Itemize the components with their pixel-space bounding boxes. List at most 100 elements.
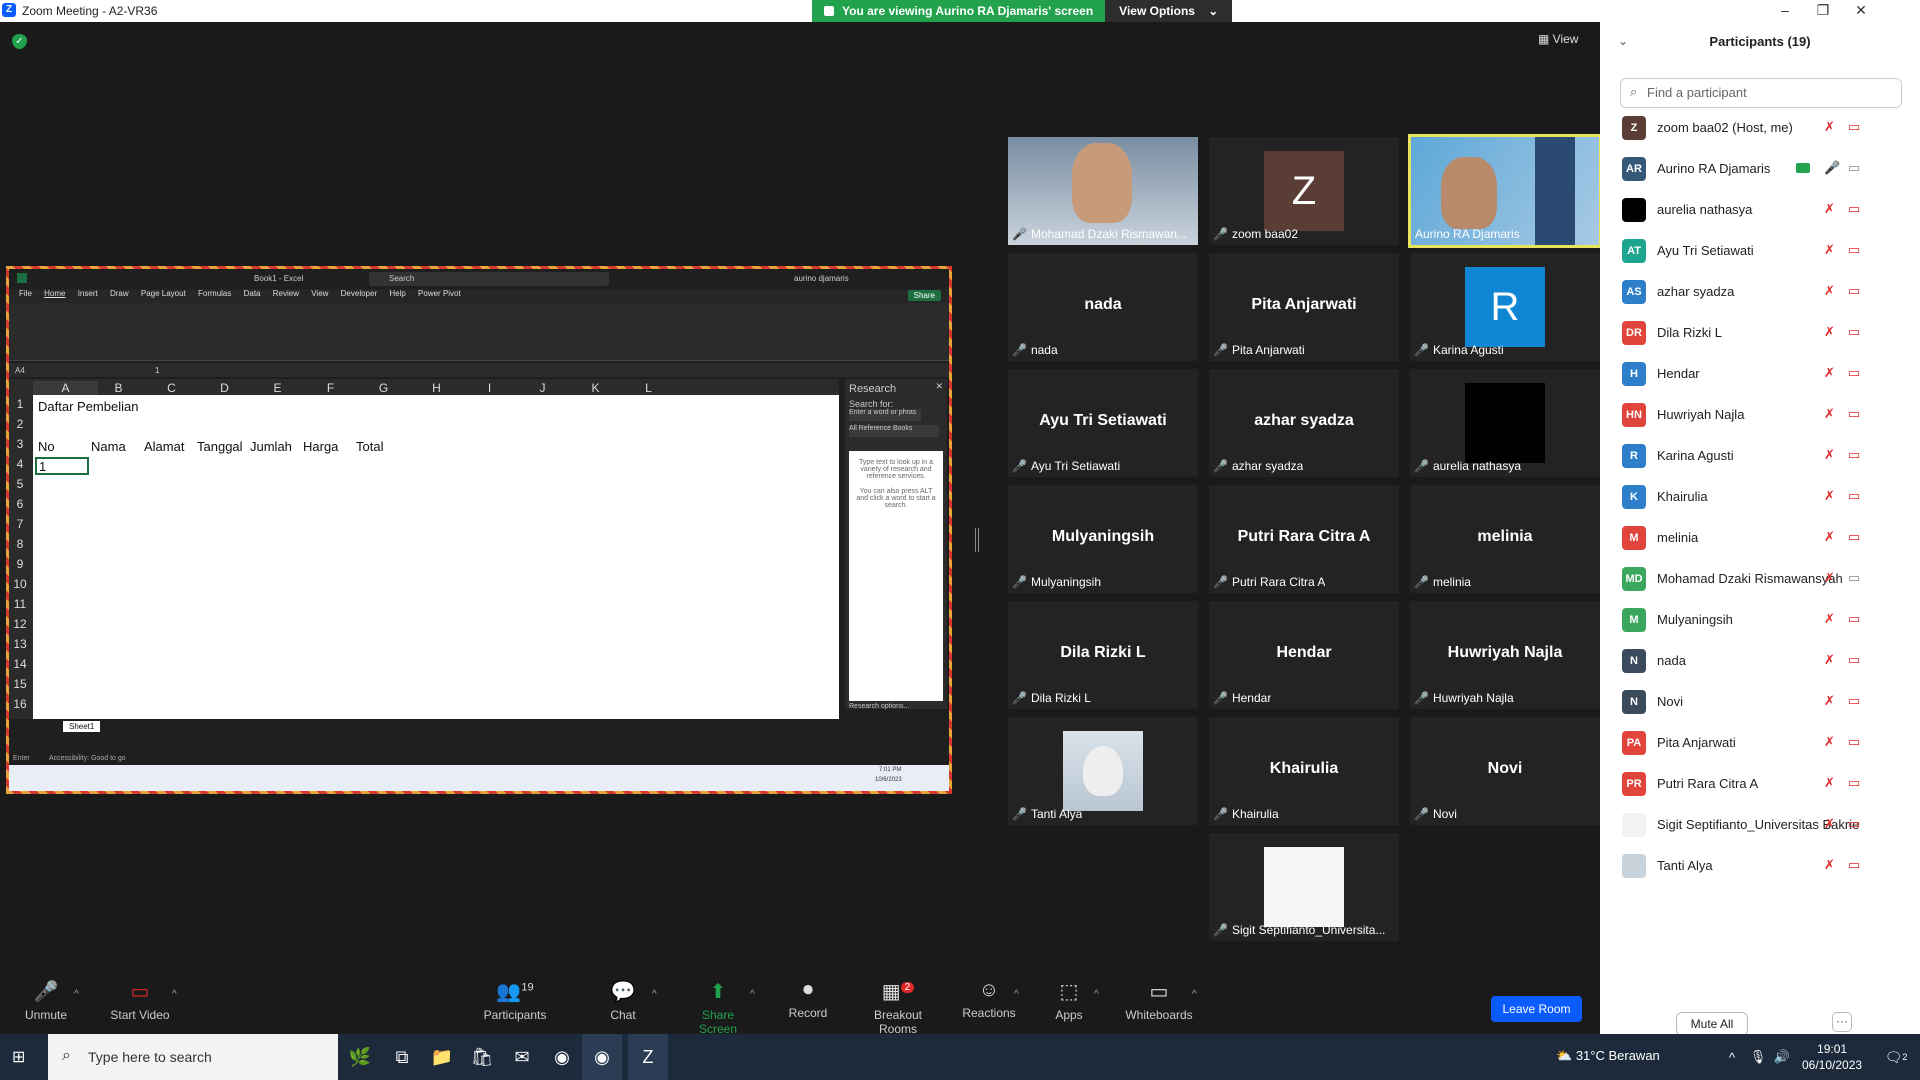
excel-cell-g3[interactable]: Total (356, 439, 383, 454)
video-off-icon[interactable]: ▭ (1848, 734, 1860, 750)
video-off-icon[interactable]: ▭ (1848, 816, 1860, 832)
chat-button[interactable]: 💬 Chat (608, 979, 638, 1022)
excel-share-button[interactable]: Share (907, 290, 941, 301)
research-source-select[interactable]: All Reference Books (849, 425, 939, 437)
excel-cell-a3[interactable]: No (38, 439, 55, 454)
excel-row-header[interactable]: 8 (9, 537, 31, 551)
mute-all-button[interactable]: Mute All (1676, 1012, 1748, 1036)
video-off-icon[interactable]: ▭ (1848, 242, 1860, 258)
video-off-icon[interactable]: ▭ (1848, 775, 1860, 791)
search-highlight-icon[interactable]: 🌿 (340, 1034, 380, 1080)
excel-row-header[interactable]: 13 (9, 637, 31, 651)
participant-row[interactable]: H Hendar ✗ ▭ (1600, 354, 1920, 395)
video-off-icon[interactable]: ▭ (1848, 119, 1860, 135)
reactions-options-caret[interactable]: ^ (1014, 989, 1019, 1000)
view-button[interactable]: ▦ View (1538, 32, 1578, 46)
excel-cell-f3[interactable]: Harga (303, 439, 338, 454)
mic-muted-icon[interactable]: ✗ (1824, 119, 1835, 135)
video-tile-active-speaker[interactable]: Aurino RA Djamaris (1408, 134, 1602, 248)
more-options-button[interactable]: ··· (1832, 1012, 1852, 1032)
research-options-link[interactable]: Research options... (849, 703, 909, 710)
excel-search[interactable]: Search (369, 272, 609, 286)
video-tile[interactable]: Huwriyah Najla 🎤 Huwriyah Najla (1410, 601, 1600, 709)
video-off-icon[interactable]: ▭ (1848, 324, 1860, 340)
splitter-handle[interactable] (975, 528, 979, 552)
share-screen-button[interactable]: ⬆ Share Screen (682, 979, 754, 1036)
video-tile[interactable]: Khairulia 🎤 Khairulia (1209, 717, 1399, 825)
excel-tab-file[interactable]: File (19, 289, 32, 298)
mic-muted-icon[interactable]: ✗ (1824, 283, 1835, 299)
video-off-icon[interactable]: ▭ (1848, 283, 1860, 299)
excel-tab-developer[interactable]: Developer (341, 289, 377, 298)
excel-row-header[interactable]: 10 (9, 577, 31, 591)
chrome-profile-icon[interactable]: ◉ (582, 1034, 622, 1080)
volume-icon[interactable]: 🔊 (1770, 1034, 1794, 1080)
video-icon[interactable]: ▭ (1848, 570, 1860, 586)
participant-row[interactable]: Mmelinia ✗ ▭ (1600, 518, 1920, 559)
research-search-input[interactable]: Enter a word or phras (849, 409, 921, 421)
task-view-icon[interactable]: ⧉ (382, 1034, 422, 1080)
mic-muted-icon[interactable]: ✗ (1824, 365, 1835, 381)
video-tile[interactable]: Pita Anjarwati 🎤 Pita Anjarwati (1209, 253, 1399, 361)
taskbar-clock[interactable]: 19:01 06/10/2023 (1802, 1041, 1862, 1073)
mic-muted-icon[interactable]: ✗ (1824, 775, 1835, 791)
breakout-rooms-button[interactable]: ▦ 2 Breakout Rooms (854, 979, 942, 1036)
mic-muted-icon[interactable]: ✗ (1824, 324, 1835, 340)
participant-row[interactable]: HN Huwriyah Najla ✗ ▭ (1600, 395, 1920, 436)
participant-row[interactable]: MD Mohamad Dzaki Rismawansyah ✗ ▭ (1600, 559, 1920, 600)
excel-row-header[interactable]: 4 (9, 457, 31, 471)
video-off-icon[interactable]: ▭ (1848, 652, 1860, 668)
video-off-icon[interactable]: ▭ (1848, 406, 1860, 422)
video-tile[interactable]: Ayu Tri Setiawati 🎤 Ayu Tri Setiawati (1008, 369, 1198, 477)
participant-row[interactable]: N Novi ✗ ▭ (1600, 682, 1920, 723)
excel-col-l[interactable]: L (616, 381, 681, 395)
excel-cell-a4[interactable]: 1 (35, 457, 89, 475)
mic-muted-icon[interactable]: ✗ (1824, 857, 1835, 873)
video-tile[interactable]: Z 🎤 zoom baa02 (1209, 137, 1399, 245)
excel-cell-d3[interactable]: Tanggal (197, 439, 243, 454)
file-explorer-icon[interactable]: 📁 (422, 1034, 462, 1080)
leave-room-button[interactable]: Leave Room (1491, 996, 1582, 1022)
view-options-button[interactable]: View Options ⌄ (1105, 0, 1233, 22)
mic-muted-icon[interactable]: ✗ (1824, 488, 1835, 504)
weather-widget[interactable]: ⛅ 31°C Berawan (1556, 1048, 1660, 1064)
participant-row[interactable]: PA Pita Anjarwati ✗ ▭ (1600, 723, 1920, 764)
excel-formula-input[interactable]: 1 (155, 366, 159, 375)
chrome-icon[interactable]: ◉ (542, 1034, 582, 1080)
excel-cell-e3[interactable]: Jumlah (250, 439, 292, 454)
video-tile[interactable]: Novi 🎤 Novi (1410, 717, 1600, 825)
mic-muted-icon[interactable]: ✗ (1824, 447, 1835, 463)
zoom-taskbar-icon[interactable]: Z (628, 1034, 668, 1080)
excel-cell-b3[interactable]: Nama (91, 439, 126, 454)
participant-row[interactable]: Nnada ✗ ▭ (1600, 641, 1920, 682)
video-off-icon[interactable]: ▭ (1848, 693, 1860, 709)
participant-row[interactable]: PR Putri Rara Citra A ✗ ▭ (1600, 764, 1920, 805)
research-close-icon[interactable]: ✕ (935, 381, 943, 392)
start-video-button[interactable]: ▭ Start Video (106, 979, 174, 1022)
video-off-icon[interactable]: ▭ (1848, 857, 1860, 873)
excel-tab-home[interactable]: Home (44, 289, 65, 298)
excel-sheet-tab[interactable]: Sheet1 (63, 721, 101, 732)
participant-row[interactable]: AT Ayu Tri Setiawati ✗ ▭ (1600, 231, 1920, 272)
excel-tab-page-layout[interactable]: Page Layout (141, 289, 186, 298)
mic-muted-icon[interactable]: ✗ (1824, 652, 1835, 668)
video-tile[interactable]: nada 🎤 nada (1008, 253, 1198, 361)
participant-row[interactable]: DR Dila Rizki L ✗ ▭ (1600, 313, 1920, 354)
mic-muted-icon[interactable]: ✗ (1824, 693, 1835, 709)
video-off-icon[interactable]: ▭ (1848, 447, 1860, 463)
excel-tab-data[interactable]: Data (244, 289, 261, 298)
apps-options-caret[interactable]: ^ (1094, 989, 1099, 1000)
excel-tab-draw[interactable]: Draw (110, 289, 129, 298)
excel-row-header[interactable]: 7 (9, 517, 31, 531)
excel-row-header[interactable]: 14 (9, 657, 31, 671)
excel-row-header[interactable]: 11 (9, 597, 31, 611)
security-shield-icon[interactable]: ✓ (12, 34, 27, 49)
share-options-caret[interactable]: ^ (750, 989, 755, 1000)
microsoft-store-icon[interactable]: 🛍 (462, 1034, 502, 1080)
excel-row-header[interactable]: 5 (9, 477, 31, 491)
excel-tab-view[interactable]: View (311, 289, 328, 298)
mic-muted-icon[interactable]: ✗ (1824, 816, 1835, 832)
tray-chevron-icon[interactable]: ^ (1720, 1034, 1744, 1080)
video-tile[interactable]: melinia 🎤 melinia (1410, 485, 1600, 593)
mic-muted-icon[interactable]: ✗ (1824, 406, 1835, 422)
